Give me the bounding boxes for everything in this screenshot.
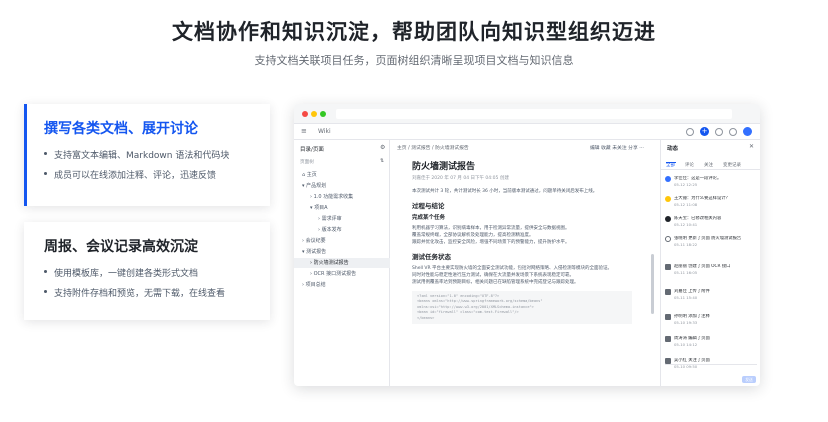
address-bar[interactable] (336, 109, 732, 119)
gear-icon[interactable]: ⚙ (380, 144, 385, 151)
tree-item[interactable]: ▾ 测试报告 (294, 247, 390, 257)
doc-paragraph: 同时对性能与稳定性进行压力测试，确保在大流量并发场景下系统表现稳定可靠。 (412, 273, 574, 278)
close-dot-icon[interactable] (302, 111, 308, 117)
doc-heading: 过程与结论 (412, 202, 445, 210)
page-icon (665, 336, 671, 342)
tree-item[interactable]: ⌂ 主页 (294, 170, 390, 180)
tab-underline (666, 162, 676, 163)
minimize-dot-icon[interactable] (311, 111, 317, 117)
tree-item[interactable]: › 1.0 功能需求收集 (294, 192, 390, 202)
hero-title: 文档协作和知识沉淀，帮助团队向知识型组织迈进 (172, 20, 656, 44)
bell-icon[interactable] (729, 127, 737, 136)
document-body: 防火墙测试报告 刘嘉佳于 2020 年 07 月 04 日下午 04:05 创建… (412, 162, 642, 325)
app-header: ≡ Wiki + (294, 124, 760, 140)
doc-actions[interactable]: 编辑 收藏 未关注 分享 ··· (590, 144, 644, 151)
search-icon[interactable] (686, 127, 694, 136)
feature-item: 使用模板库，一键创建各类形式文档 (44, 266, 270, 279)
tree-item[interactable]: › 会议纪要 (294, 236, 390, 246)
tab-changes[interactable]: 变更记录 (723, 162, 741, 168)
close-icon[interactable]: ✕ (749, 143, 754, 150)
panel-title: 动态 (667, 146, 679, 152)
page-tree: 目录/页面 ⚙ 页面树 ⇅ ⌂ 主页 ▾ 产品规划 › 1.0 功能需求收集 ▾… (294, 140, 390, 386)
tree-item[interactable]: ▾ 产品规划 (294, 181, 390, 191)
sort-icon[interactable]: ⇅ (380, 158, 384, 164)
feature-item: 支持富文本编辑、Markdown 语法和代码块 (44, 148, 270, 161)
doc-meta: 刘嘉佳于 2020 年 07 月 04 日下午 04:05 创建 (412, 176, 509, 181)
menu-icon[interactable]: ≡ (301, 127, 307, 135)
feature-item: 成员可以在线添加注释、评论，迅速反馈 (44, 168, 270, 181)
feature-item: 支持附件存档和预览，无需下载，在线查看 (44, 286, 270, 299)
note-icon (665, 314, 671, 320)
doc-paragraph: 跟踪并优化攻击，监控安全风险，增强不同场景下的预警能力，提升防护水平。 (412, 240, 570, 245)
maximize-dot-icon[interactable] (320, 111, 326, 117)
tree-item-selected[interactable]: › 防火墙测试报告 (294, 258, 390, 268)
edit-icon (665, 236, 671, 242)
help-icon[interactable] (715, 127, 723, 136)
tree-item[interactable]: › 项目总结 (294, 280, 390, 290)
avatar (665, 196, 671, 202)
tree-item[interactable]: › 需求评审 (294, 214, 390, 224)
add-icon[interactable]: + (700, 127, 709, 136)
hero-subtitle: 支持文档关联项目任务，页面树组织清晰呈现项目文档与知识信息 (254, 54, 574, 67)
attachment-icon (665, 289, 671, 295)
avatar (665, 216, 671, 222)
send-button[interactable]: 发送 (742, 376, 756, 383)
feature-title: 周报、会议记录高效沉淀 (44, 239, 198, 255)
tab-follow[interactable]: 关注 (704, 162, 713, 168)
scrollbar[interactable] (651, 254, 654, 314)
feature-card-docs[interactable]: 撰写各类文档、展开讨论 支持富文本编辑、Markdown 语法和代码块 成员可以… (24, 104, 270, 206)
doc-paragraph: 本次测试共计 3 轮，共计测试时长 36 小时，当前版本测试通过，问题单待关闭后… (412, 189, 598, 194)
feature-title: 撰写各类文档、展开讨论 (44, 121, 198, 137)
code-line: </beans> (417, 315, 435, 320)
code-block[interactable]: <?xml version="1.0" encoding="UTF-8"?> <… (412, 291, 632, 325)
activity-panel: 动态 ✕ 全部 评论 关注 变更记录 李佳佳：这是一段评论。 05-12 12:2… (660, 140, 760, 386)
app-title: Wiki (318, 128, 331, 135)
doc-paragraph: 测试用例覆盖率达到预期目标，相关问题已在缺陷管理系统中完成登记与跟踪处理。 (412, 280, 579, 285)
tree-item[interactable]: › OCR 接口测试报告 (294, 269, 390, 279)
feature-card-reports[interactable]: 周报、会议记录高效沉淀 使用模板库，一键创建各类形式文档 支持附件存档和预览，无… (24, 222, 270, 320)
panel-tabs: 全部 评论 关注 变更记录 (661, 160, 760, 170)
avatar (665, 176, 671, 182)
browser-bar (294, 104, 760, 124)
doc-paragraph: 利用机器学习算法，识别病毒样本，用于检测异常流量，提供安全与数据视图。 (412, 226, 570, 231)
app-window: ≡ Wiki + 目录/页面 ⚙ 页面树 ⇅ ⌂ 主页 ▾ 产品规划 › 1.0… (294, 104, 760, 386)
doc-title: 防火墙测试报告 (412, 162, 476, 172)
avatar[interactable] (743, 127, 752, 136)
tree-header: 目录/页面 (300, 147, 324, 153)
tab-comments[interactable]: 评论 (685, 162, 694, 168)
tree-label: 页面树 (300, 160, 314, 165)
tree-item[interactable]: ▾ 项目A (294, 203, 390, 213)
breadcrumb[interactable]: 主页 / 测试报告 / 防火墙测试报告 (397, 144, 469, 151)
doc-heading: 测试任务状态 (412, 253, 451, 261)
doc-paragraph: 覆盖常规终端，全部协议解析及处理能力，提高检测精准度。 (412, 233, 534, 238)
doc-paragraph: Shell VR 平台主要实现防火墙的全面安全测试功能，包括对网络策略、入侵检测… (412, 266, 613, 271)
tree-item[interactable]: › 版本发布 (294, 225, 390, 235)
doc-subheading: 完成某个任务 (412, 215, 446, 221)
page-icon (665, 264, 671, 270)
